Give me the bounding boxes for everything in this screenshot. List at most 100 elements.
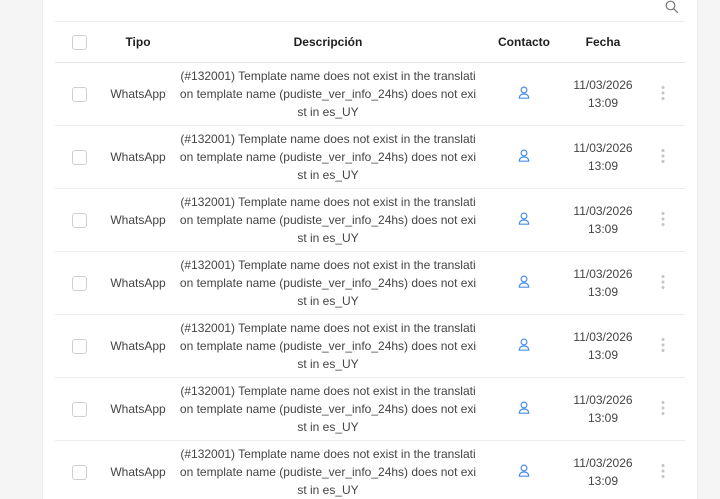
row-select-cell (55, 464, 103, 480)
row-fecha-date: 11/03/2026 (573, 141, 633, 155)
row-checkbox[interactable] (71, 338, 87, 354)
row-descripcion: (#132001) Template name does not exist i… (179, 258, 477, 308)
row-fecha: 11/03/2026 13:09 (565, 328, 641, 364)
more-vertical-icon[interactable] (661, 85, 665, 104)
table-row[interactable]: WhatsApp (#132001) Template name does no… (55, 441, 685, 499)
row-fecha-date: 11/03/2026 (573, 456, 633, 470)
row-actions-cell (641, 211, 685, 230)
column-header-fecha[interactable]: Fecha (565, 35, 641, 49)
row-actions-cell (641, 148, 685, 167)
row-fecha: 11/03/2026 13:09 (565, 139, 641, 175)
row-descripcion: (#132001) Template name does not exist i… (179, 195, 477, 245)
row-checkbox[interactable] (71, 149, 87, 165)
row-select-cell (55, 401, 103, 417)
row-fecha-time: 13:09 (587, 96, 619, 110)
row-descripcion: (#132001) Template name does not exist i… (179, 447, 477, 497)
row-tipo: WhatsApp (110, 213, 166, 227)
table-body: WhatsApp (#132001) Template name does no… (55, 63, 685, 499)
row-tipo: WhatsApp (110, 87, 166, 101)
row-fecha-time: 13:09 (587, 222, 619, 236)
table-header: Tipo Descripción Contacto Fecha (55, 21, 685, 63)
row-descripcion-cell: (#132001) Template name does not exist i… (173, 67, 483, 121)
row-tipo: WhatsApp (110, 150, 166, 164)
notifications-panel: Tipo Descripción Contacto Fecha WhatsApp… (42, 0, 698, 499)
row-checkbox[interactable] (71, 212, 87, 228)
row-descripcion-cell: (#132001) Template name does not exist i… (173, 193, 483, 247)
more-vertical-icon[interactable] (661, 274, 665, 293)
row-fecha-date: 11/03/2026 (573, 78, 633, 92)
row-fecha-time: 13:09 (587, 159, 619, 173)
table-row[interactable]: WhatsApp (#132001) Template name does no… (55, 315, 685, 378)
row-contact-cell (483, 86, 565, 102)
user-icon[interactable] (518, 401, 530, 417)
row-fecha-time: 13:09 (587, 474, 619, 488)
row-fecha-time: 13:09 (587, 285, 619, 299)
row-checkbox[interactable] (71, 275, 87, 291)
table-row[interactable]: WhatsApp (#132001) Template name does no… (55, 378, 685, 441)
row-fecha-date: 11/03/2026 (573, 267, 633, 281)
select-all-cell (55, 34, 103, 50)
row-fecha-time: 13:09 (587, 348, 619, 362)
column-header-contacto[interactable]: Contacto (483, 35, 565, 49)
more-vertical-icon[interactable] (661, 337, 665, 356)
row-tipo: WhatsApp (110, 339, 166, 353)
row-tipo: WhatsApp (110, 276, 166, 290)
row-select-cell (55, 338, 103, 354)
row-fecha-date: 11/03/2026 (573, 330, 633, 344)
table-row[interactable]: WhatsApp (#132001) Template name does no… (55, 126, 685, 189)
row-descripcion-cell: (#132001) Template name does not exist i… (173, 256, 483, 310)
row-fecha: 11/03/2026 13:09 (565, 265, 641, 301)
more-vertical-icon[interactable] (661, 400, 665, 419)
row-contact-cell (483, 275, 565, 291)
row-contact-cell (483, 464, 565, 480)
row-actions-cell (641, 337, 685, 356)
table-row[interactable]: WhatsApp (#132001) Template name does no… (55, 63, 685, 126)
row-fecha: 11/03/2026 13:09 (565, 76, 641, 112)
row-fecha: 11/03/2026 13:09 (565, 454, 641, 490)
row-tipo: WhatsApp (110, 402, 166, 416)
row-descripcion-cell: (#132001) Template name does not exist i… (173, 319, 483, 373)
column-header-descripcion[interactable]: Descripción (173, 35, 483, 49)
row-tipo: WhatsApp (110, 465, 166, 479)
row-checkbox[interactable] (71, 401, 87, 417)
more-vertical-icon[interactable] (661, 211, 665, 230)
row-fecha: 11/03/2026 13:09 (565, 202, 641, 238)
row-contact-cell (483, 212, 565, 228)
more-vertical-icon[interactable] (661, 148, 665, 167)
row-actions-cell (641, 274, 685, 293)
search-icon[interactable] (665, 0, 681, 14)
row-select-cell (55, 149, 103, 165)
row-descripcion: (#132001) Template name does not exist i… (179, 321, 477, 371)
row-select-cell (55, 212, 103, 228)
user-icon[interactable] (518, 275, 530, 291)
row-descripcion-cell: (#132001) Template name does not exist i… (173, 130, 483, 184)
row-checkbox[interactable] (71, 86, 87, 102)
user-icon[interactable] (518, 149, 530, 165)
row-descripcion: (#132001) Template name does not exist i… (179, 132, 477, 182)
row-descripcion-cell: (#132001) Template name does not exist i… (173, 382, 483, 436)
row-actions-cell (641, 400, 685, 419)
user-icon[interactable] (518, 464, 530, 480)
row-actions-cell (641, 463, 685, 482)
user-icon[interactable] (518, 338, 530, 354)
messages-table: Tipo Descripción Contacto Fecha WhatsApp… (55, 21, 685, 499)
user-icon[interactable] (518, 86, 530, 102)
row-fecha-date: 11/03/2026 (573, 204, 633, 218)
row-descripcion: (#132001) Template name does not exist i… (179, 69, 477, 119)
row-select-cell (55, 275, 103, 291)
row-actions-cell (641, 85, 685, 104)
column-header-tipo[interactable]: Tipo (103, 35, 173, 49)
row-descripcion-cell: (#132001) Template name does not exist i… (173, 445, 483, 499)
select-all-checkbox[interactable] (71, 34, 87, 50)
user-icon[interactable] (518, 212, 530, 228)
row-descripcion: (#132001) Template name does not exist i… (179, 384, 477, 434)
table-row[interactable]: WhatsApp (#132001) Template name does no… (55, 189, 685, 252)
table-row[interactable]: WhatsApp (#132001) Template name does no… (55, 252, 685, 315)
row-contact-cell (483, 338, 565, 354)
row-select-cell (55, 86, 103, 102)
row-fecha-date: 11/03/2026 (573, 393, 633, 407)
more-vertical-icon[interactable] (661, 463, 665, 482)
row-fecha: 11/03/2026 13:09 (565, 391, 641, 427)
row-checkbox[interactable] (71, 464, 87, 480)
row-contact-cell (483, 401, 565, 417)
